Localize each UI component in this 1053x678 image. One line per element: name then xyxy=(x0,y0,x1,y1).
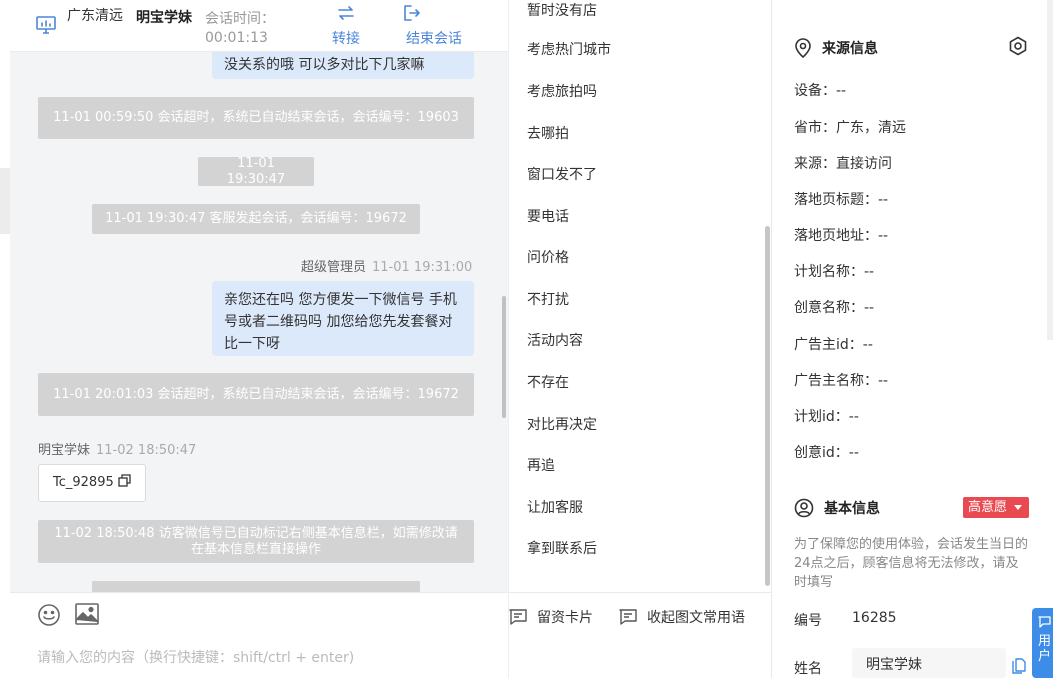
edit-notice: 为了保障您的使用体验，会话发生当日的24点之后，顾客信息将无法修改，请及时填写 xyxy=(794,537,1029,590)
source-row-device: 设备：-- xyxy=(794,83,847,99)
agent-message-partial: 没关系的哦 可以多对比下几家嘛 xyxy=(212,52,474,79)
message-list-icon xyxy=(619,609,637,625)
left-edge-tab[interactable] xyxy=(0,168,10,234)
transfer-icon xyxy=(338,6,354,20)
source-row-creative-id: 创意id：-- xyxy=(794,445,859,461)
phrase-list[interactable]: 暂时没有店 考虑热门城市 考虑旅拍吗 去哪拍 窗口发不了 要电话 问价格 不打扰… xyxy=(509,0,773,592)
transfer-label: 转接 xyxy=(332,31,360,47)
visitor-meta-name: 明宝学妹 xyxy=(38,443,91,458)
source-row-advertiser-name: 广告主名称：-- xyxy=(794,373,889,389)
visitor-location: 广东清远 xyxy=(67,8,123,24)
intent-level-select[interactable]: 高意愿 xyxy=(963,497,1029,518)
source-row-region: 省市：广东，清远 xyxy=(794,120,906,136)
customer-info-panel: 来源信息 设备：-- 省市：广东，清远 来源：直接访问 落地页标题：-- 落地页… xyxy=(772,0,1053,678)
source-row-landing-url: 落地页地址：-- xyxy=(794,228,889,244)
system-notice-partial xyxy=(92,581,420,592)
image-icon[interactable] xyxy=(75,603,99,625)
user-side-tab-label: 用户 xyxy=(1038,634,1052,664)
agent-message: 亲您还在吗 您方便发一下微信号 手机号或者二维码吗 加您给您先发套餐对比一下呀 xyxy=(212,281,474,356)
system-notice: 11-01 00:59:50 会话超时，系统已自动结束会话，会话编号：19603 xyxy=(38,97,474,139)
left-edge xyxy=(0,0,10,678)
quick-phrases-panel: 暂时没有店 考虑热门城市 考虑旅拍吗 去哪拍 窗口发不了 要电话 问价格 不打扰… xyxy=(508,0,773,678)
phrase-item[interactable]: 要电话 xyxy=(527,206,569,226)
source-info-title: 来源信息 xyxy=(794,38,878,58)
message-input[interactable]: 请输入您的内容（换行快捷键：shift/ctrl + enter) xyxy=(37,647,354,667)
visitor-meta: 明宝学妹 11-02 18:50:47 xyxy=(38,439,196,458)
emoji-icon[interactable] xyxy=(37,603,61,627)
logout-icon xyxy=(404,5,420,21)
source-row-advertiser-id: 广告主id：-- xyxy=(794,337,873,353)
collapse-phrases-button[interactable]: 收起图文常用语 xyxy=(619,607,745,627)
phrase-item[interactable]: 对比再决定 xyxy=(527,414,597,434)
chat-scrollbar[interactable] xyxy=(502,296,506,418)
composer: 请输入您的内容（换行快捷键：shift/ctrl + enter) xyxy=(10,592,508,678)
end-session-label: 结束会话 xyxy=(406,31,462,47)
message-card-icon xyxy=(509,609,527,625)
chat-panel: 广东清远 明宝学妹 会话时间： 00:01:13 转接 结束会话 没关系的哦 可… xyxy=(10,0,508,678)
visitor-name: 明宝学妹 xyxy=(136,10,192,26)
settings-gear-icon[interactable] xyxy=(1008,36,1028,56)
lead-card-label: 留资卡片 xyxy=(537,610,593,626)
chat-bubble-icon xyxy=(1038,616,1051,628)
basic-info-title: 基本信息 xyxy=(794,498,880,518)
phrase-item[interactable]: 不打扰 xyxy=(527,289,569,309)
phrase-item[interactable]: 窗口发不了 xyxy=(527,164,597,184)
monitor-icon xyxy=(36,16,56,34)
source-row-plan-name: 计划名称：-- xyxy=(794,264,875,280)
phrase-item[interactable]: 再追 xyxy=(527,455,555,475)
phrase-item[interactable]: 去哪拍 xyxy=(527,123,569,143)
info-scrollbar[interactable] xyxy=(1047,0,1053,340)
timestamp-divider: 11-01 19:30:47 xyxy=(198,156,314,187)
location-pin-icon xyxy=(795,38,811,58)
phrase-toolbar: 留资卡片 收起图文常用语 xyxy=(509,592,773,678)
visitor-meta-time: 11-02 18:50:47 xyxy=(96,443,197,458)
phrase-item[interactable]: 问价格 xyxy=(527,247,569,267)
system-notice: 11-01 19:30:47 客服发起会话，会话编号：19672 xyxy=(92,204,420,234)
user-side-tab[interactable]: 用户 xyxy=(1032,608,1053,678)
phrase-item[interactable]: 拿到联系后 xyxy=(527,538,597,558)
phrase-item[interactable]: 考虑热门城市 xyxy=(527,39,611,59)
name-label: 姓名 xyxy=(794,661,822,677)
agent-meta: 超级管理员 11-01 19:31:00 xyxy=(301,256,472,275)
copy-icon[interactable] xyxy=(118,474,131,487)
source-row-creative-name: 创意名称：-- xyxy=(794,300,875,316)
session-time-value: 00:01:13 xyxy=(205,30,268,46)
chat-header: 广东清远 明宝学妹 会话时间： 00:01:13 转接 结束会话 xyxy=(10,0,508,52)
system-notice: 11-02 18:50:48 访客微信号已自动标记右侧基本信息栏，如需修改请在基… xyxy=(38,520,474,563)
intent-level-label: 高意愿 xyxy=(968,500,1008,515)
user-circle-icon xyxy=(794,498,814,518)
collapse-phrases-label: 收起图文常用语 xyxy=(647,610,745,626)
phrase-scrollbar[interactable] xyxy=(765,226,770,586)
lead-card-button[interactable]: 留资卡片 xyxy=(509,607,593,627)
id-value: 16285 xyxy=(852,610,897,626)
caret-down-icon xyxy=(1014,505,1022,510)
agent-time: 11-01 19:31:00 xyxy=(372,260,473,275)
source-row-plan-id: 计划id：-- xyxy=(794,409,859,425)
phrase-item[interactable]: 让加客服 xyxy=(527,497,583,517)
phrase-item[interactable]: 不存在 xyxy=(527,372,569,392)
app-root: 广东清远 明宝学妹 会话时间： 00:01:13 转接 结束会话 没关系的哦 可… xyxy=(0,0,1053,678)
end-session-button[interactable]: 结束会话 xyxy=(403,4,465,48)
name-field[interactable]: 明宝学妹 xyxy=(852,648,1006,678)
agent-name: 超级管理员 xyxy=(301,260,367,275)
source-row-origin: 来源：直接访问 xyxy=(794,156,892,172)
chat-messages[interactable]: 没关系的哦 可以多对比下几家嘛 11-01 00:59:50 会话超时，系统已自… xyxy=(10,52,508,592)
visitor-wechat-card[interactable]: Tc_92895 xyxy=(38,464,146,502)
source-row-landing-title: 落地页标题：-- xyxy=(794,192,889,208)
phrase-item[interactable]: 考虑旅拍吗 xyxy=(527,81,597,101)
phrase-item[interactable]: 暂时没有店 xyxy=(527,0,597,20)
copy-icon[interactable] xyxy=(1012,658,1026,674)
system-notice: 11-01 20:01:03 会话超时，系统已自动结束会话，会话编号：19672 xyxy=(38,373,474,416)
session-time-label: 会话时间： xyxy=(205,11,275,27)
id-label: 编号 xyxy=(794,613,822,629)
phrase-item[interactable]: 活动内容 xyxy=(527,330,583,350)
transfer-button[interactable]: 转接 xyxy=(330,4,362,48)
